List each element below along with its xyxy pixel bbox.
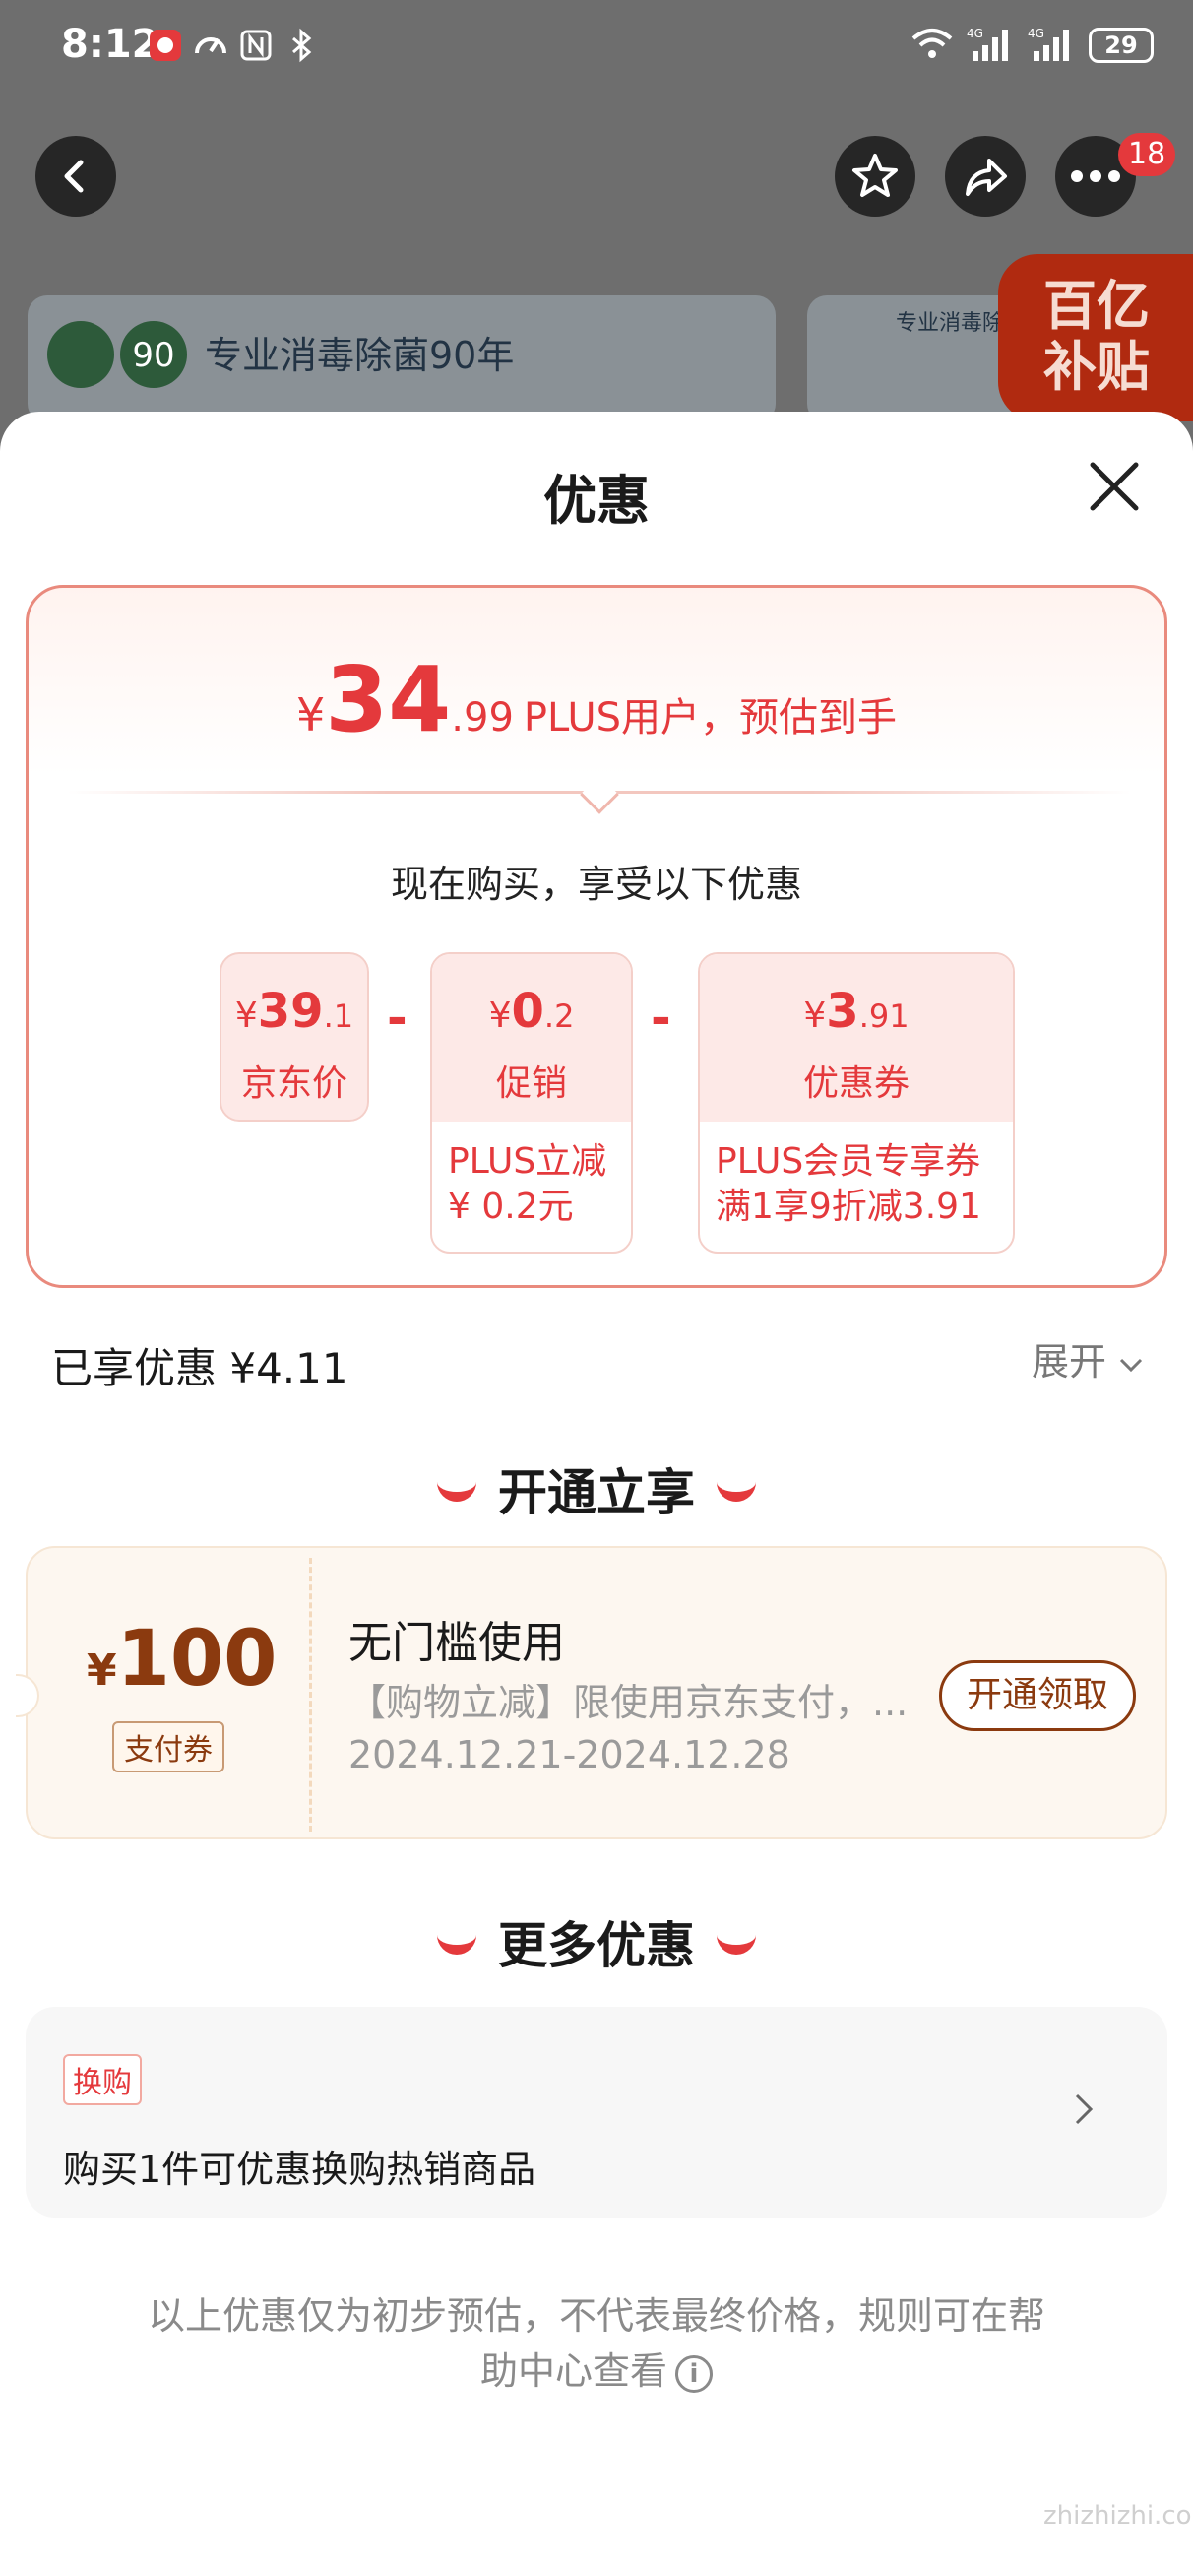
smile-decoration: [717, 1933, 756, 1955]
product-banner: 90 专业消毒除菌90年: [28, 295, 776, 423]
star-icon: [852, 154, 898, 197]
chevron-down-icon: [1120, 1358, 1143, 1373]
trade-in-offer-row[interactable]: 换购 购买1件可优惠换购热销商品: [26, 2007, 1167, 2218]
smile-decoration: [717, 1480, 756, 1502]
status-app-icons: [148, 28, 319, 63]
promotion-box: ¥0.2 促销 PLUS立减 ¥ 0.2元: [430, 952, 633, 1254]
open-and-claim-button[interactable]: 开通领取: [939, 1660, 1136, 1731]
trade-in-tag: 换购: [63, 2054, 142, 2105]
trade-in-text: 购买1件可优惠换购热销商品: [63, 2148, 536, 2191]
coupon-title: 无门槛使用: [348, 1618, 565, 1668]
coupon-validity-date: 2024.12.21-2024.12.28: [348, 1733, 790, 1776]
price-decimal: .99: [451, 695, 514, 741]
section-heading-more: 更多优惠: [0, 1906, 1193, 1977]
coupon-int: 3: [826, 984, 859, 1039]
back-button[interactable]: [35, 136, 116, 217]
promo-detail-2: ¥ 0.2元: [448, 1187, 574, 1227]
speedometer-icon: [193, 28, 228, 63]
minus-sign: -: [387, 990, 408, 1047]
svg-text:4G: 4G: [967, 27, 983, 40]
estimated-price: ¥34.99 PLUS用户，预估到手: [29, 647, 1164, 752]
close-icon: [1090, 462, 1139, 511]
smile-decoration: [437, 1933, 476, 1955]
brand-logo-icon: 90: [47, 321, 187, 388]
status-time: 8:12: [61, 22, 159, 67]
signal-icon-2: 4G: [1028, 26, 1075, 65]
favorite-button[interactable]: [835, 136, 915, 217]
disclaimer-line-2: 助中心查看: [479, 2350, 667, 2393]
app-notification-icon: [148, 28, 183, 63]
section-more-title: 更多优惠: [498, 1917, 695, 1974]
more-dots-icon: [1071, 170, 1120, 182]
coupon-separator: [309, 1558, 312, 1832]
coupon-detail-2: 满1享9折减3.91: [716, 1187, 981, 1227]
buy-now-text: 现在购买，享受以下优惠: [390, 863, 802, 906]
promo-currency: ¥: [488, 996, 512, 1036]
banner-text: 专业消毒除菌90年: [205, 334, 515, 377]
battery-indicator: 29: [1089, 28, 1154, 63]
promo-label: 促销: [495, 1063, 567, 1104]
section-open-title: 开通立享: [498, 1464, 695, 1521]
wifi-icon: [911, 27, 953, 64]
coupon-discount-box: ¥3.91 优惠券 PLUS会员专享券 满1享9折减3.91: [698, 952, 1015, 1254]
coupon-dec: .91: [858, 998, 910, 1035]
bluetooth-icon: [283, 28, 319, 63]
price-currency: ¥: [295, 688, 326, 741]
promo-detail-1: PLUS立减: [448, 1141, 607, 1182]
back-arrow-icon: [64, 160, 84, 193]
nfc-icon: [238, 28, 274, 63]
coupon-amount: ¥100: [87, 1615, 277, 1704]
share-button[interactable]: [945, 136, 1026, 217]
discount-sheet: 优惠 ¥34.99 PLUS用户，预估到手 现在购买，享受以下优惠 ¥39.1 京…: [0, 412, 1193, 2576]
subsidy-line-2: 补贴: [1043, 336, 1150, 398]
section-heading-open: 开通立享: [0, 1453, 1193, 1524]
jd-price-box: ¥39.1 京东价: [220, 952, 369, 1122]
chevron-right-icon: [1075, 2093, 1094, 2125]
price-breakdown-card: ¥34.99 PLUS用户，预估到手 现在购买，享受以下优惠 ¥39.1 京东价 …: [26, 585, 1167, 1288]
divider-notch: [580, 775, 619, 814]
disclaimer: 以上优惠仅为初步预估，不代表最终价格，规则可在帮 助中心查看 i: [128, 2288, 1065, 2399]
payment-coupon-card: ¥100 支付券 无门槛使用 【购物立减】限使用京东支付，... 2024.12…: [16, 1546, 1167, 1839]
jd-price-dec: .1: [323, 998, 354, 1035]
coupon-description: 【购物立减】限使用京东支付，...: [348, 1681, 909, 1724]
svg-text:90: 90: [132, 336, 174, 375]
jd-price-currency: ¥: [234, 996, 258, 1036]
price-description: PLUS用户，预估到手: [523, 695, 898, 741]
coupon-notch: [16, 1674, 39, 1717]
smile-decoration: [437, 1480, 476, 1502]
disclaimer-line-1: 以上优惠仅为初步预估，不代表最终价格，规则可在帮: [147, 2294, 1045, 2338]
sheet-title: 优惠: [543, 470, 650, 532]
watermark: zhizhizhi.com: [1043, 2501, 1193, 2531]
share-icon: [966, 159, 1007, 196]
coupon-type-tag: 支付券: [112, 1721, 224, 1772]
coupon-detail-1: PLUS会员专享券: [716, 1141, 981, 1182]
coupon-amount-value: 100: [116, 1615, 278, 1704]
enjoyed-discount: 已享优惠 ¥4.11: [51, 1344, 348, 1392]
status-bar: 8:12 4G 4G 29: [0, 0, 1193, 98]
info-icon[interactable]: i: [675, 2354, 713, 2393]
promo-int: 0: [511, 984, 544, 1039]
close-button[interactable]: [1085, 457, 1144, 516]
signal-icon-1: 4G: [967, 26, 1014, 65]
subsidy-line-1: 百亿: [1043, 275, 1150, 337]
promo-dec: .2: [543, 998, 575, 1035]
jd-price-label: 京东价: [240, 1063, 347, 1104]
coupon-currency: ¥: [803, 996, 827, 1036]
coupon-amount-currency: ¥: [87, 1645, 117, 1696]
jd-price-int: 39: [257, 984, 324, 1039]
expand-button[interactable]: 展开: [1032, 1331, 1144, 1385]
minus-sign: -: [651, 990, 671, 1047]
subsidy-badge: 百亿 补贴: [998, 254, 1193, 421]
price-integer: 34: [325, 647, 452, 752]
coupon-label: 优惠券: [802, 1063, 910, 1104]
svg-text:4G: 4G: [1028, 27, 1044, 40]
message-count-badge: 18: [1118, 133, 1176, 176]
expand-label: 展开: [1032, 1340, 1107, 1384]
